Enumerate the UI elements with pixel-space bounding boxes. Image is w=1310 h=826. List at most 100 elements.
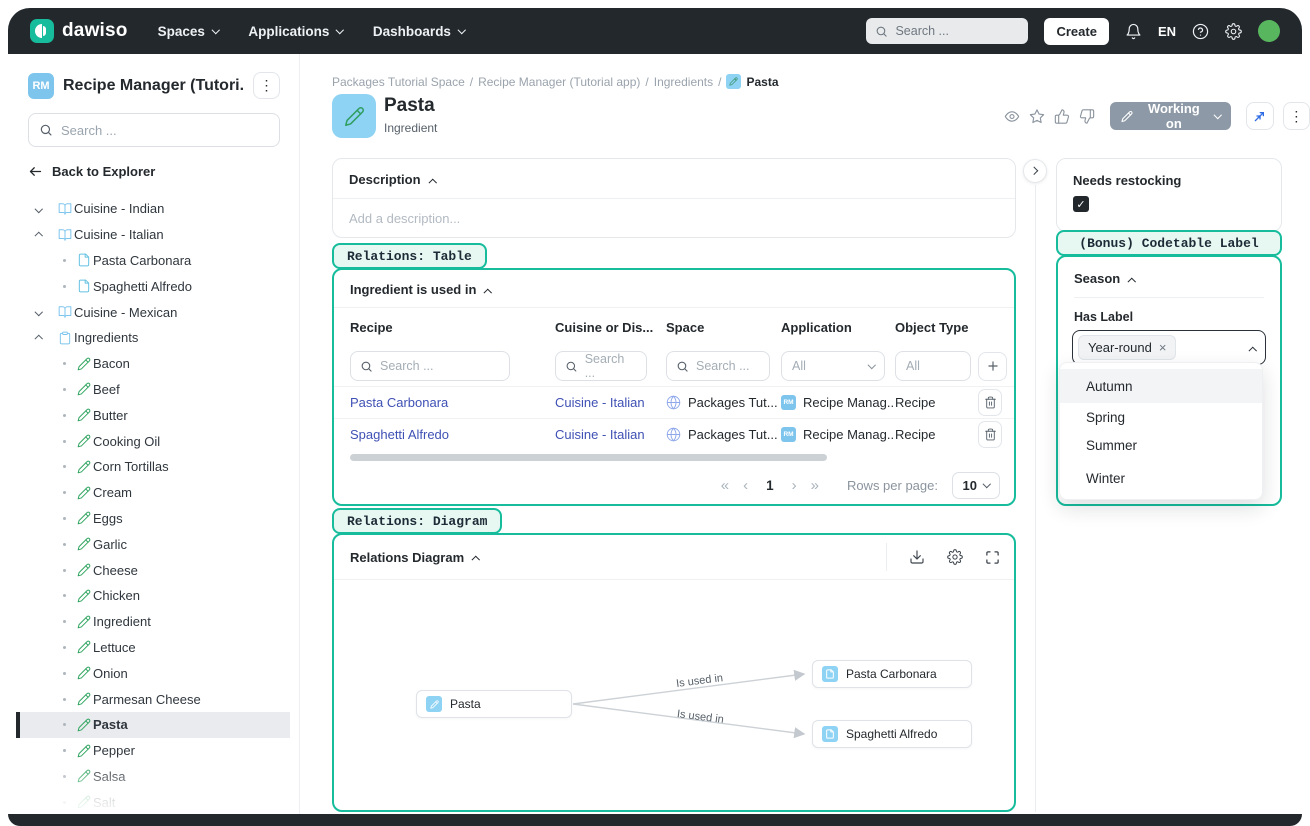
- collapse-chevron-icon[interactable]: [484, 289, 493, 297]
- fullscreen-icon[interactable]: [985, 550, 1000, 565]
- recipe-filter-input[interactable]: Search ...: [350, 351, 510, 381]
- nav-menu-dashboards[interactable]: Dashboards: [373, 24, 466, 39]
- breadcrumb-link-recipe-manager-tutorial-app[interactable]: Recipe Manager (Tutorial app): [478, 75, 640, 89]
- collapse-chevron-icon[interactable]: [1128, 278, 1136, 286]
- recipe-link[interactable]: Pasta Carbonara: [350, 395, 448, 410]
- jira-integration-button[interactable]: [1246, 102, 1274, 130]
- dropdown-option-autumn[interactable]: Autumn: [1060, 369, 1262, 403]
- breadcrumb-link-ingredients[interactable]: Ingredients: [654, 75, 713, 89]
- status-dropdown-button[interactable]: Working on: [1109, 101, 1232, 131]
- thumbs-up-icon[interactable]: [1054, 108, 1070, 125]
- diagram-canvas[interactable]: Is used in Is used in Pasta Pasta Carbon…: [334, 580, 1014, 810]
- tree-item-ingredient[interactable]: Ingredient: [16, 609, 290, 635]
- global-search-input[interactable]: Search ...: [866, 18, 1029, 44]
- breadcrumb-link-packages-tutorial-space[interactable]: Packages Tutorial Space: [332, 75, 465, 89]
- watch-eye-icon[interactable]: [1004, 108, 1020, 125]
- more-options-button[interactable]: ⋮: [1282, 102, 1310, 130]
- chevron-down-icon[interactable]: [34, 205, 43, 213]
- pencil-icon: [77, 744, 91, 758]
- tree-item-garlic[interactable]: Garlic: [16, 531, 290, 557]
- tree-item-eggs[interactable]: Eggs: [16, 506, 290, 532]
- diagram-node-source[interactable]: Pasta: [416, 690, 572, 718]
- space-filter-input[interactable]: Search ...: [666, 351, 770, 381]
- nav-menu-spaces[interactable]: Spaces: [158, 24, 220, 39]
- sidebar-app-title: Recipe Manager (Tutori...: [63, 76, 244, 94]
- dropdown-option-winter[interactable]: Winter: [1060, 463, 1262, 493]
- thumbs-down-icon[interactable]: [1079, 108, 1095, 125]
- tree-item-beef[interactable]: Beef: [16, 377, 290, 403]
- next-page-button[interactable]: ›: [792, 477, 797, 494]
- sidebar-menu-button[interactable]: ⋮: [253, 72, 280, 99]
- tree-item-salt[interactable]: Salt: [16, 789, 290, 815]
- column-header-space[interactable]: Space: [666, 320, 781, 335]
- tree-item-cuisine-indian[interactable]: Cuisine - Indian: [16, 196, 290, 222]
- tree-item-onion[interactable]: Onion: [16, 660, 290, 686]
- tree-item-chicken[interactable]: Chicken: [16, 583, 290, 609]
- collapse-chevron-icon[interactable]: [472, 556, 480, 565]
- chevron-up-icon[interactable]: [34, 232, 43, 240]
- language-selector[interactable]: EN: [1158, 24, 1176, 39]
- column-header-cuisine-or-dis[interactable]: Cuisine or Dis...: [555, 320, 666, 335]
- tree-item-cooking-oil[interactable]: Cooking Oil: [16, 428, 290, 454]
- chevron-down-icon[interactable]: [34, 308, 43, 316]
- back-to-explorer-link[interactable]: Back to Explorer: [28, 164, 155, 179]
- create-button[interactable]: Create: [1044, 17, 1109, 45]
- bullet-dot: [63, 723, 66, 727]
- settings-gear-icon[interactable]: [1225, 22, 1242, 40]
- description-placeholder[interactable]: Add a description...: [333, 199, 1015, 238]
- tree-item-cuisine-italian[interactable]: Cuisine - Italian: [16, 222, 290, 248]
- horizontal-scrollbar[interactable]: [350, 454, 827, 461]
- column-header-application[interactable]: Application: [781, 320, 895, 335]
- nav-menu-applications[interactable]: Applications: [248, 24, 345, 39]
- tree-item-cheese[interactable]: Cheese: [16, 557, 290, 583]
- help-icon[interactable]: [1192, 23, 1209, 40]
- tree-item-pasta-carbonara[interactable]: Pasta Carbonara: [16, 248, 290, 274]
- cuisine-filter-input[interactable]: Search ...: [555, 351, 647, 381]
- tree-item-parmesan-cheese[interactable]: Parmesan Cheese: [16, 686, 290, 712]
- tree-item-lettuce[interactable]: Lettuce: [16, 635, 290, 661]
- first-page-button[interactable]: «: [721, 477, 729, 494]
- add-relation-button[interactable]: [978, 351, 1007, 381]
- notifications-bell-icon[interactable]: [1125, 23, 1142, 40]
- dropdown-option-summer[interactable]: Summer: [1060, 431, 1262, 459]
- current-page[interactable]: 1: [766, 478, 774, 493]
- dawiso-logo[interactable]: dawiso: [30, 19, 128, 43]
- chevron-up-icon[interactable]: [34, 335, 43, 344]
- needs-restocking-checkbox[interactable]: ✓: [1073, 196, 1089, 212]
- cuisine-link[interactable]: Cuisine - Italian: [555, 395, 645, 410]
- sidebar-search-input[interactable]: Search ...: [28, 113, 280, 147]
- tree-item-pasta[interactable]: Pasta: [16, 711, 290, 738]
- tree-item-cuisine-mexican[interactable]: Cuisine - Mexican: [16, 299, 290, 325]
- delete-relation-button[interactable]: [978, 421, 1002, 448]
- rows-per-page-select[interactable]: 10: [952, 471, 1000, 499]
- panel-collapse-button[interactable]: [1023, 159, 1047, 183]
- remove-chip-icon[interactable]: ×: [1159, 340, 1167, 355]
- tree-item-cream[interactable]: Cream: [16, 480, 290, 506]
- tree-item-pepper[interactable]: Pepper: [16, 738, 290, 764]
- diagram-node-target[interactable]: Pasta Carbonara: [812, 660, 972, 688]
- download-icon[interactable]: [909, 549, 925, 565]
- delete-relation-button[interactable]: [978, 389, 1002, 416]
- diagram-node-target[interactable]: Spaghetti Alfredo: [812, 720, 972, 748]
- application-filter-select[interactable]: All: [781, 351, 885, 381]
- bullet-dot: [63, 542, 66, 546]
- tree-item-butter[interactable]: Butter: [16, 402, 290, 428]
- tree-item-corn-tortillas[interactable]: Corn Tortillas: [16, 454, 290, 480]
- tree-item-ingredients[interactable]: Ingredients: [16, 325, 290, 351]
- tree-item-salsa[interactable]: Salsa: [16, 764, 290, 790]
- diagram-settings-icon[interactable]: [947, 549, 963, 565]
- object-type-filter-select[interactable]: All: [895, 351, 971, 381]
- last-page-button[interactable]: »: [811, 477, 819, 494]
- prev-page-button[interactable]: ‹: [743, 477, 748, 494]
- dropdown-option-spring[interactable]: Spring: [1060, 403, 1262, 431]
- column-header-object-type[interactable]: Object Type: [895, 320, 978, 335]
- tree-item-bacon[interactable]: Bacon: [16, 351, 290, 377]
- recipe-link[interactable]: Spaghetti Alfredo: [350, 427, 449, 442]
- favorite-star-icon[interactable]: [1029, 108, 1045, 125]
- has-label-select[interactable]: Year-round ×: [1072, 330, 1266, 365]
- cuisine-link[interactable]: Cuisine - Italian: [555, 427, 645, 442]
- tree-item-spaghetti-alfredo[interactable]: Spaghetti Alfredo: [16, 273, 290, 299]
- column-header-recipe[interactable]: Recipe: [350, 320, 555, 335]
- user-avatar[interactable]: [1258, 20, 1280, 42]
- collapse-chevron-icon[interactable]: [428, 179, 437, 187]
